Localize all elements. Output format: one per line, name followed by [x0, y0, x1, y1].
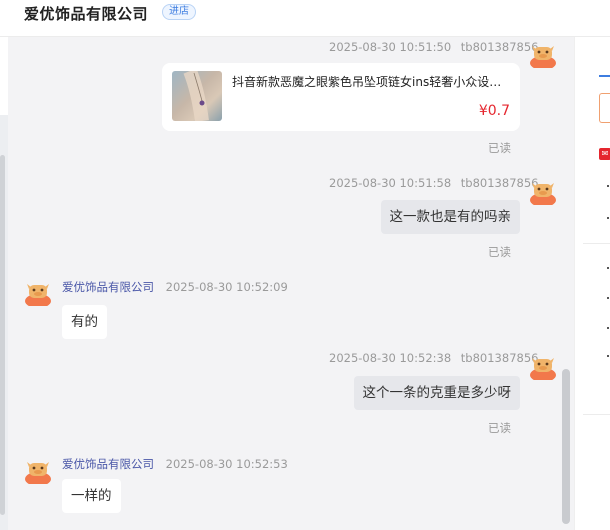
cartoon-bull-avatar-icon[interactable]: [529, 177, 557, 205]
read-status: 已读: [488, 421, 511, 435]
shop-name: 爱优饰品有限公司: [24, 5, 149, 23]
message-meta: 爱优饰品有限公司 2025-08-30 10:52:53: [62, 456, 288, 472]
message-meta: 2025-08-30 10:51:50 tb801387856: [329, 40, 538, 54]
message-sender: 爱优饰品有限公司: [62, 457, 154, 471]
cartoon-bull-avatar-icon[interactable]: [24, 456, 52, 484]
message-time: 2025-08-30 10:52:38: [329, 351, 452, 365]
chat-scrollbar-thumb[interactable]: [562, 369, 570, 524]
message-bubble[interactable]: 有的: [62, 305, 107, 339]
message-time: 2025-08-30 10:51:50: [329, 40, 452, 54]
product-price: ¥0.7: [478, 103, 510, 119]
message-sender: tb801387856: [460, 40, 539, 54]
message-time: 2025-08-30 10:52:09: [165, 280, 288, 294]
message-bubble[interactable]: 这个一条的克重是多少呀: [353, 376, 520, 410]
message-meta: 2025-08-30 10:52:38 tb801387856: [329, 351, 538, 365]
message-bubble[interactable]: 一样的: [62, 479, 121, 513]
cartoon-bull-avatar-icon[interactable]: [529, 352, 557, 380]
panel-text-fragment: [607, 297, 609, 299]
read-status: 已读: [488, 141, 511, 155]
chat-header: 爱优饰品有限公司 进店: [0, 0, 610, 37]
message-time: 2025-08-30 10:51:58: [329, 176, 452, 190]
left-scrollbar[interactable]: [0, 155, 5, 515]
cartoon-bull-avatar-icon[interactable]: [529, 40, 557, 68]
message-bubble[interactable]: 这一款也是有的吗亲: [380, 200, 520, 234]
message-meta: 2025-08-30 10:51:58 tb801387856: [329, 176, 538, 190]
panel-divider: [583, 414, 610, 415]
panel-text-fragment: [607, 327, 609, 329]
product-card[interactable]: 抖音新款恶魔之眼紫色吊坠项链女ins轻奢小众设计感锁骨链 ¥0.7: [162, 63, 520, 131]
active-tab-indicator[interactable]: [599, 75, 610, 77]
panel-button[interactable]: [599, 93, 610, 123]
panel-divider: [583, 243, 610, 244]
chat-message-area: 2025-08-30 10:51:50 tb801387856 抖音新款恶魔之眼…: [8, 37, 574, 530]
panel-text-fragment: [607, 217, 609, 219]
panel-text-fragment: [607, 267, 609, 269]
product-title[interactable]: 抖音新款恶魔之眼紫色吊坠项链女ins轻奢小众设计感锁骨链: [232, 73, 512, 90]
red-gift-icon[interactable]: ✉: [599, 148, 610, 160]
right-side-panel: ✉: [574, 37, 610, 530]
message-sender: 爱优饰品有限公司: [62, 280, 154, 294]
product-thumbnail: [172, 71, 222, 121]
read-status: 已读: [488, 245, 511, 259]
enter-shop-button[interactable]: 进店: [162, 4, 196, 20]
panel-text-fragment: [607, 355, 609, 357]
message-meta: 爱优饰品有限公司 2025-08-30 10:52:09: [62, 279, 288, 295]
panel-text-fragment: [607, 185, 609, 187]
message-sender: tb801387856: [460, 351, 539, 365]
cartoon-bull-avatar-icon[interactable]: [24, 278, 52, 306]
message-sender: tb801387856: [460, 176, 539, 190]
message-time: 2025-08-30 10:52:53: [165, 457, 288, 471]
